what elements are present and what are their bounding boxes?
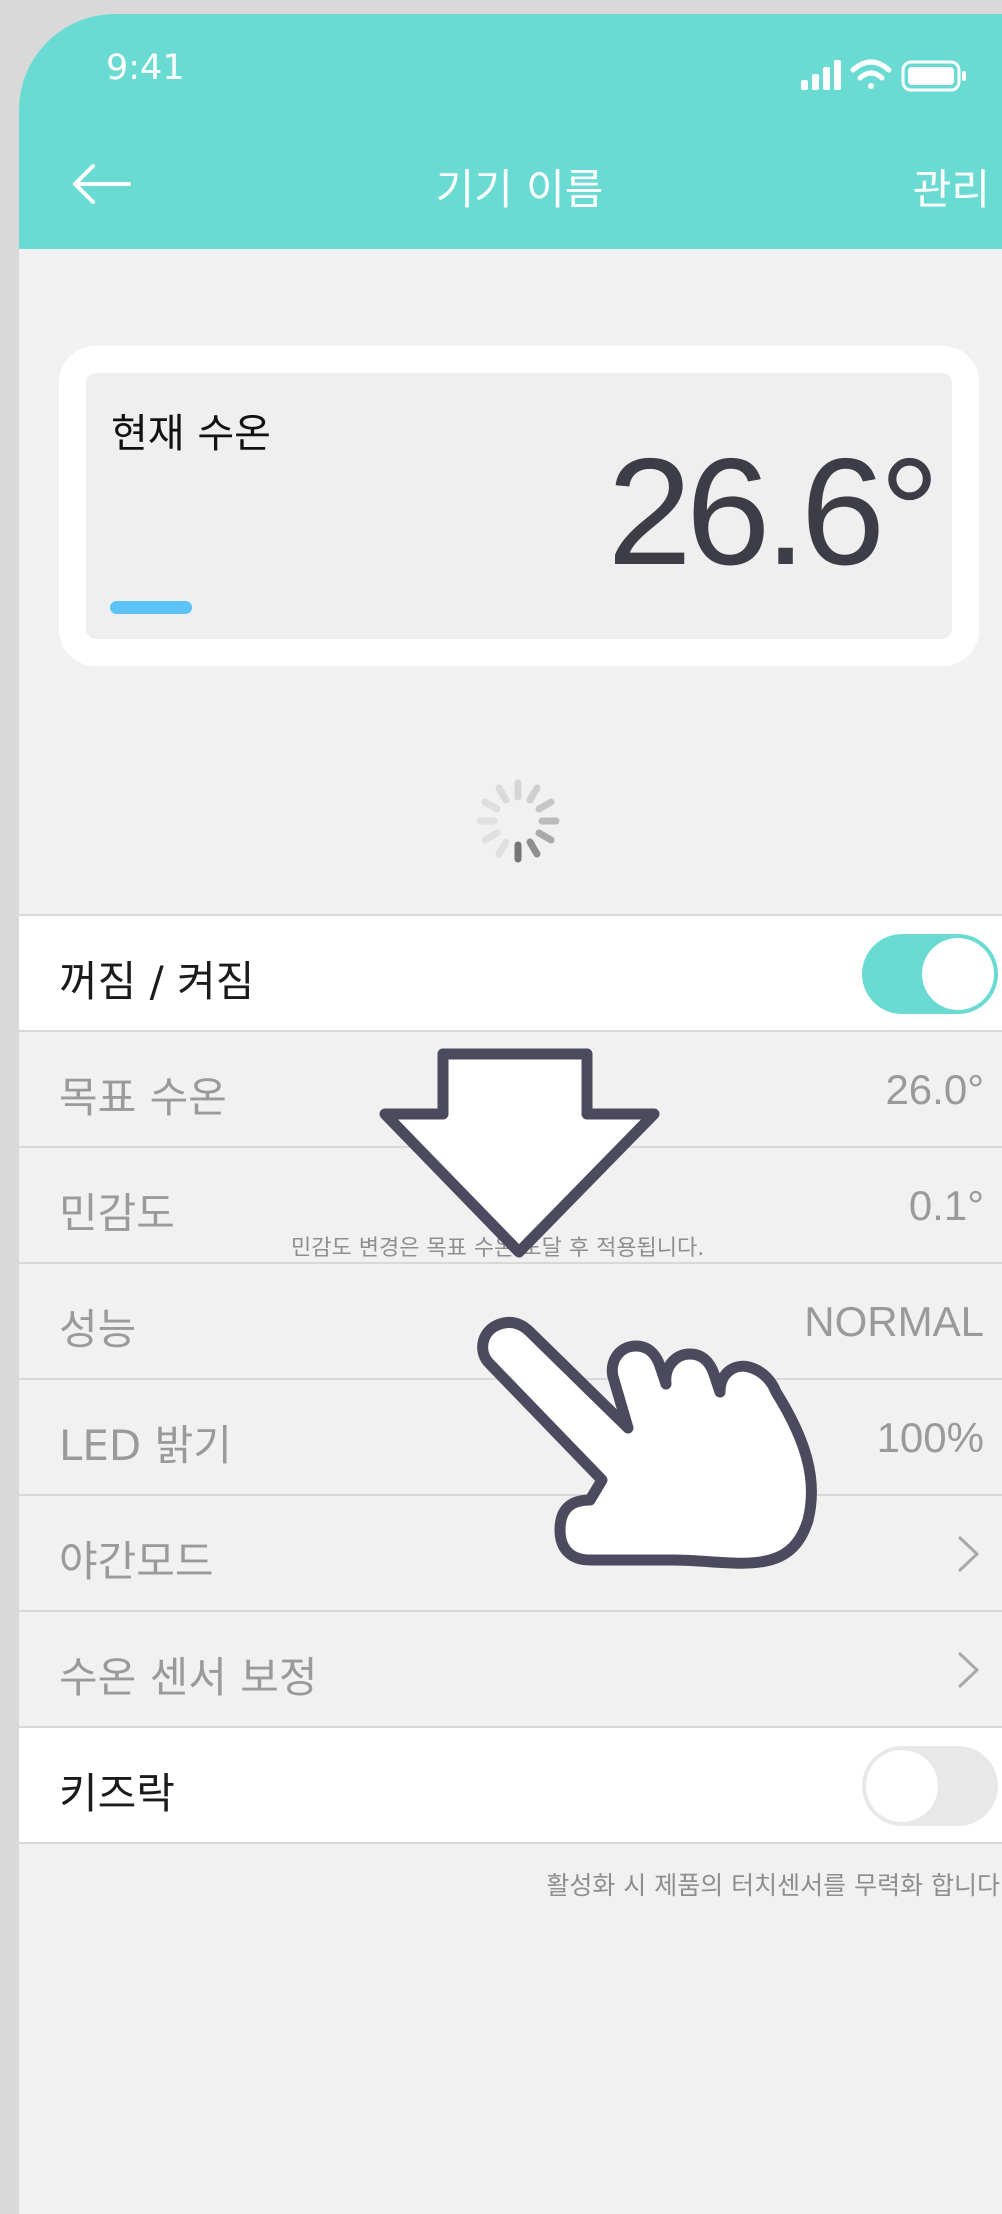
sensor-calibration-label: 수온 센서 보정 (59, 1653, 318, 1702)
toggle-knob (866, 1750, 938, 1822)
sensitivity-value: 0.1° (908, 1182, 984, 1229)
current-temp-value: 26.6° (607, 427, 940, 597)
power-label: 꺼짐 / 켜짐 (59, 957, 255, 1006)
sensitivity-label: 민감도 (59, 1189, 175, 1238)
target-temp-value: 26.0° (885, 1066, 984, 1113)
performance-label: 성능 (59, 1305, 137, 1354)
list-divider (19, 1842, 1002, 1844)
settings-row-performance[interactable]: 성능 NORMAL (19, 1262, 1002, 1378)
phone-frame: 9:41 기기 이름 관리 현재 수온 26.6° 꺼짐 / 켜짐 목표 수온 … (19, 14, 1002, 2214)
settings-row-night-mode[interactable]: 야간모드 (19, 1494, 1002, 1610)
settings-row-led[interactable]: LED 밝기 100% (19, 1378, 1002, 1494)
target-temp-label: 목표 수온 (59, 1073, 227, 1122)
app-header: 9:41 기기 이름 관리 (19, 14, 1002, 249)
page-title: 기기 이름 (435, 165, 604, 214)
loading-spinner-icon (476, 779, 560, 863)
toggle-knob (922, 938, 994, 1010)
temperature-card-inner: 현재 수온 26.6° (86, 373, 952, 639)
kids-lock-toggle[interactable] (862, 1746, 998, 1826)
kids-lock-label: 키즈락 (59, 1769, 175, 1818)
settings-row-target-temp[interactable]: 목표 수온 26.0° (19, 1030, 1002, 1146)
status-time: 9:41 (106, 48, 185, 88)
settings-row-kids-lock[interactable]: 키즈락 (19, 1726, 1002, 1842)
wifi-icon (850, 59, 892, 89)
current-temp-label: 현재 수온 (111, 411, 271, 457)
performance-value: NORMAL (804, 1298, 984, 1345)
settings-row-power[interactable]: 꺼짐 / 켜짐 (19, 914, 1002, 1030)
battery-icon (901, 60, 966, 92)
status-icons (801, 59, 966, 92)
signal-icon (801, 60, 841, 90)
sensitivity-note: 민감도 변경은 목표 수온 도달 후 적용됩니다. (291, 1236, 705, 1261)
chevron-right-icon (957, 1535, 980, 1573)
power-toggle[interactable] (862, 934, 998, 1014)
settings-row-sensor-calibration[interactable]: 수온 센서 보정 (19, 1610, 1002, 1726)
led-label: LED 밝기 (59, 1421, 232, 1470)
kids-lock-note: 활성화 시 제품의 터치센서를 무력화 합니다. (546, 1871, 1002, 1900)
temperature-card: 현재 수온 26.6° (59, 346, 979, 666)
chevron-right-icon (957, 1651, 980, 1689)
settings-list: 꺼짐 / 켜짐 목표 수온 26.0° 민감도 민감도 변경은 목표 수온 도달… (19, 914, 1002, 1844)
temp-indicator-bar (110, 601, 192, 614)
led-value: 100% (876, 1414, 984, 1461)
night-mode-label: 야간모드 (59, 1537, 214, 1586)
manage-button[interactable]: 관리 (913, 156, 990, 217)
settings-row-sensitivity[interactable]: 민감도 민감도 변경은 목표 수온 도달 후 적용됩니다. 0.1° (19, 1146, 1002, 1262)
